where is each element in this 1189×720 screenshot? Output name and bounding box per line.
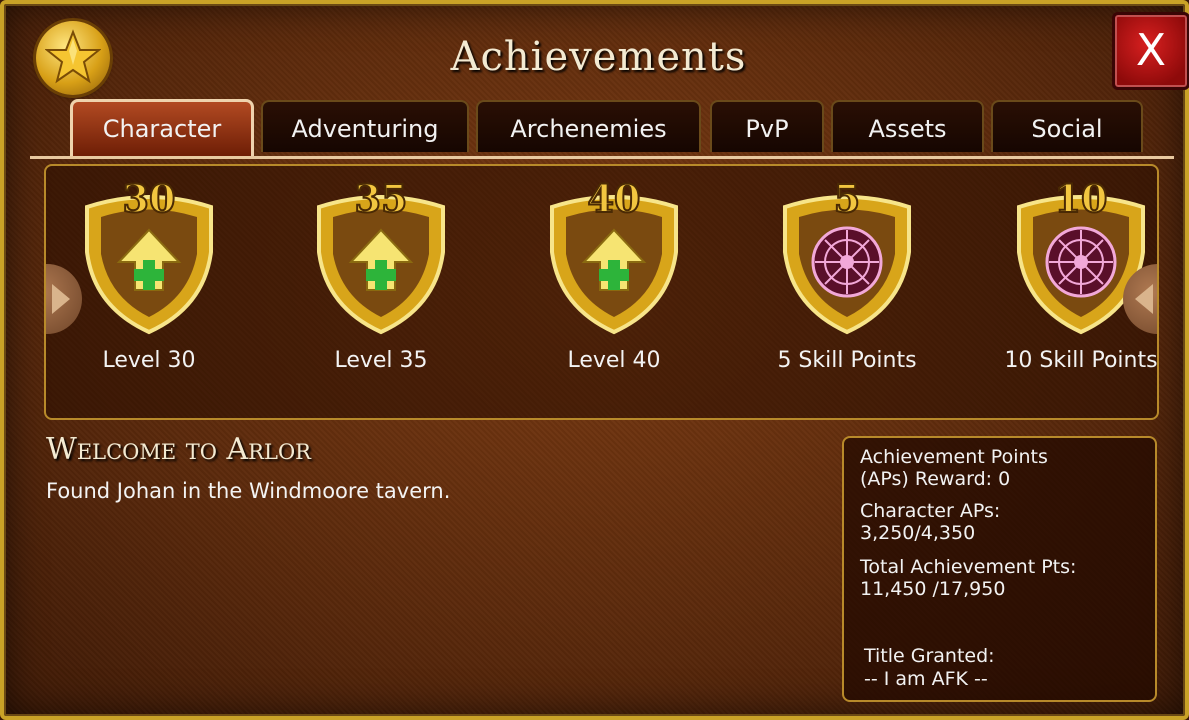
level-up-arrow-icon: 30 [85, 175, 213, 335]
tab-archenemies[interactable]: Archenemies [476, 100, 701, 152]
level-up-arrow-icon: 35 [317, 175, 445, 335]
tab-social[interactable]: Social [991, 100, 1143, 152]
reward-value: (APs) Reward: 0 [860, 468, 1011, 490]
total-pts-value: 11,450 /17,950 [860, 578, 1006, 600]
achievement-item[interactable]: 5 5 Skill Points [747, 172, 947, 412]
window-title: Achievements [450, 34, 747, 80]
character-aps-label: Character APs: [860, 500, 1001, 522]
achievement-label: 10 Skill Points [1004, 348, 1158, 373]
character-aps-value: 3,250/4,350 [860, 522, 976, 544]
achievements-window: Achievements X Character Adventuring Arc… [0, 0, 1189, 720]
reward-label: Achievement Points [860, 446, 1048, 468]
arrow-right-icon [1135, 284, 1153, 314]
achievement-item[interactable]: 40 Level 40 [514, 172, 714, 412]
tab-pvp[interactable]: PvP [710, 100, 824, 152]
arrow-left-icon [52, 284, 70, 314]
level-up-arrow-icon: 40 [550, 175, 678, 335]
total-pts-label: Total Achievement Pts: [860, 556, 1077, 578]
achievement-badge-number: 40 [588, 176, 641, 221]
close-button[interactable]: X [1112, 12, 1189, 90]
achievement-points-panel: Achievement Points (APs) Reward: 0 Chara… [842, 436, 1157, 702]
achievement-badge-number: 35 [355, 176, 408, 221]
achievement-badge-number: 5 [834, 176, 860, 221]
achievement-badge-number: 30 [123, 176, 176, 221]
skill-rune-icon: 5 [783, 175, 911, 335]
title-granted-label: Title Granted: [864, 645, 995, 667]
achievement-carousel: 30 Level 30 35 Level 35 40 Level 40 5 5 … [44, 164, 1159, 420]
achievement-label: Level 30 [102, 348, 196, 373]
category-tabs: Character Adventuring Archenemies PvP As… [30, 99, 1174, 159]
achievement-description: Found Johan in the Windmoore tavern. [46, 479, 451, 503]
achievement-badge-number: 10 [1055, 176, 1108, 221]
tab-adventuring[interactable]: Adventuring [261, 100, 469, 152]
title-granted-value: -- I am AFK -- [864, 668, 988, 690]
tab-character[interactable]: Character [70, 99, 254, 156]
tab-assets[interactable]: Assets [831, 100, 984, 152]
achievement-label: Level 35 [334, 348, 428, 373]
achievement-label: 5 Skill Points [777, 348, 917, 373]
achievement-item[interactable]: 35 Level 35 [281, 172, 481, 412]
achievement-title: Welcome to Arlor [46, 432, 311, 467]
achievement-label: Level 40 [567, 348, 661, 373]
